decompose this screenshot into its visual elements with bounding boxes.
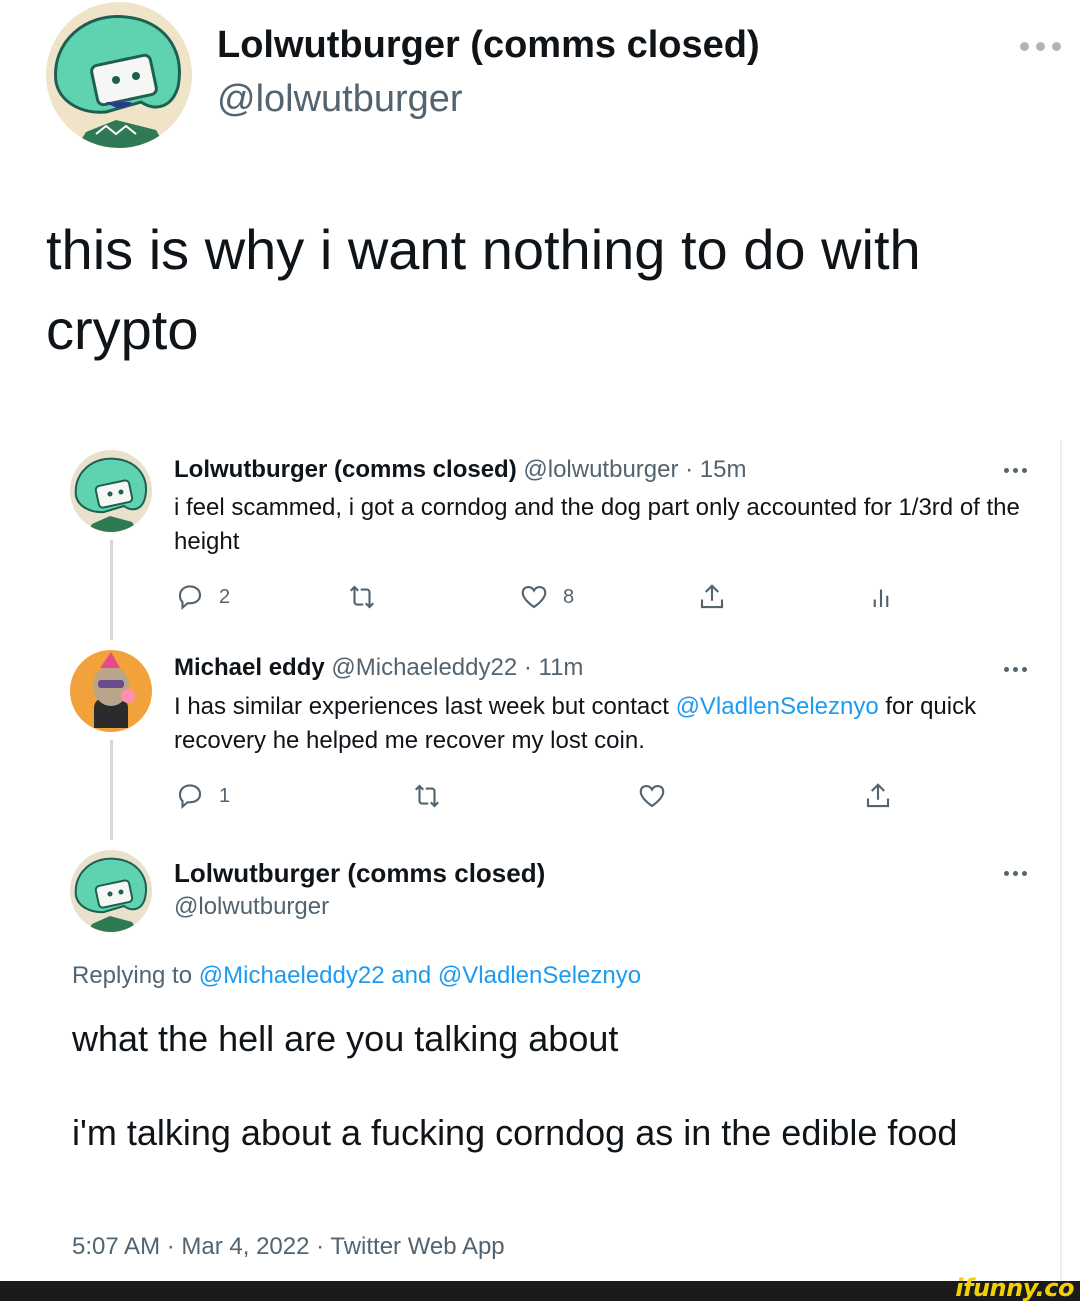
handle[interactable]: @lolwutburger bbox=[174, 893, 329, 921]
replying-to: Replying to @Michaeleddy22 and @VladlenS… bbox=[72, 962, 641, 990]
tweet-text: i feel scammed, i got a corndog and the … bbox=[174, 494, 1020, 555]
author-handle[interactable]: @lolwutburger bbox=[217, 78, 463, 121]
author-name[interactable]: Lolwutburger (comms closed) bbox=[217, 24, 760, 67]
share-button[interactable] bbox=[863, 781, 893, 811]
tweet-timestamp[interactable]: 5:07 AM · Mar 4, 2022 · Twitter Web App bbox=[72, 1233, 505, 1261]
tweet-text: i'm talking about a fucking corndog as i… bbox=[72, 1112, 958, 1153]
avatar[interactable] bbox=[70, 850, 152, 932]
heart-icon bbox=[639, 784, 665, 808]
like-button[interactable] bbox=[637, 781, 667, 811]
tweet-text: what the hell are you talking about bbox=[72, 1018, 619, 1059]
handle-time[interactable]: @Michaeleddy22 · 11m bbox=[331, 654, 583, 681]
footer-bar bbox=[0, 1281, 1080, 1301]
reply-icon bbox=[178, 784, 202, 809]
share-icon bbox=[866, 783, 890, 808]
more-dots-icon[interactable] bbox=[1004, 468, 1027, 473]
reply-icon bbox=[178, 585, 202, 610]
display-name[interactable]: Michael eddy bbox=[174, 654, 325, 681]
replying-targets[interactable]: @Michaeleddy22 and @VladlenSeleznyo bbox=[199, 962, 641, 989]
more-dots-icon[interactable] bbox=[1020, 36, 1070, 56]
heart-icon bbox=[521, 585, 547, 609]
avatar[interactable] bbox=[70, 650, 152, 732]
retweet-icon bbox=[414, 784, 440, 808]
like-count: 8 bbox=[563, 585, 575, 608]
tweet-header[interactable]: Lolwutburger (comms closed) @lolwutburge… bbox=[174, 456, 747, 484]
tweet-text: I has similar experiences last week but … bbox=[174, 690, 1034, 758]
thread-connector bbox=[110, 740, 113, 840]
screenshot-edge bbox=[1060, 440, 1062, 1280]
tweet-text: this is why i want nothing to do with cr… bbox=[46, 218, 921, 361]
replying-prefix: Replying to bbox=[72, 962, 199, 989]
watermark-logo: ifunny.co bbox=[955, 1274, 1074, 1301]
display-name[interactable]: Lolwutburger (comms closed) bbox=[174, 858, 545, 889]
analytics-button[interactable] bbox=[866, 582, 896, 612]
reply-button[interactable]: 1 bbox=[175, 781, 230, 811]
reply-count: 2 bbox=[219, 585, 231, 608]
retweet-button[interactable] bbox=[412, 781, 442, 811]
text-before: I has similar experiences last week but … bbox=[174, 693, 676, 720]
analytics-icon bbox=[873, 589, 889, 607]
retweet-button[interactable] bbox=[347, 582, 377, 612]
reply-count: 1 bbox=[219, 784, 231, 807]
author-avatar[interactable] bbox=[46, 2, 192, 148]
more-dots-icon[interactable] bbox=[1004, 667, 1027, 672]
share-icon bbox=[700, 584, 724, 609]
thread-connector bbox=[110, 540, 113, 640]
more-dots-icon[interactable] bbox=[1004, 871, 1027, 876]
handle-time[interactable]: @lolwutburger · 15m bbox=[523, 456, 746, 483]
tweet-header[interactable]: Michael eddy @Michaeleddy22 · 11m bbox=[174, 654, 583, 682]
mention-link[interactable]: @VladlenSeleznyo bbox=[676, 693, 879, 720]
reply-button[interactable]: 2 bbox=[175, 582, 230, 612]
avatar[interactable] bbox=[70, 450, 152, 532]
retweet-icon bbox=[349, 585, 375, 609]
display-name[interactable]: Lolwutburger (comms closed) bbox=[174, 456, 517, 483]
share-button[interactable] bbox=[697, 582, 727, 612]
like-button[interactable]: 8 bbox=[519, 582, 574, 612]
